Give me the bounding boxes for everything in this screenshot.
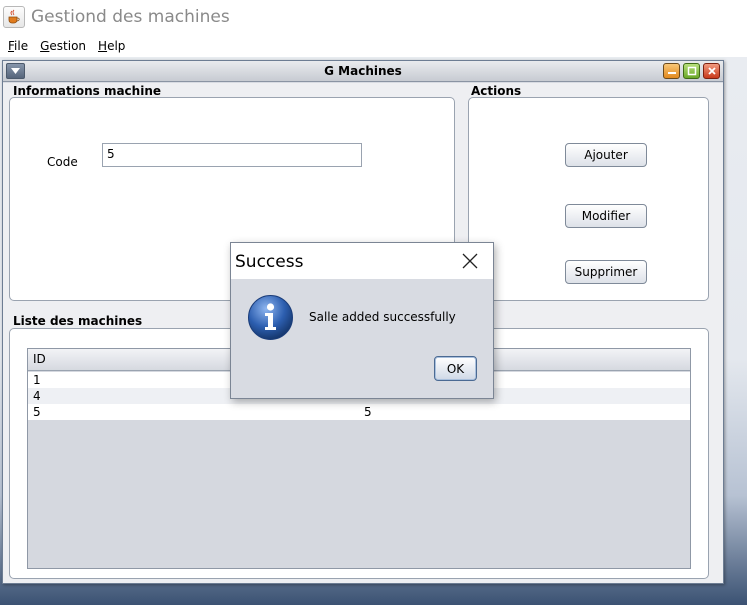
- menu-gestion[interactable]: Gestion: [38, 39, 88, 53]
- menu-help[interactable]: Help: [96, 39, 127, 53]
- dialog-title: Success: [235, 252, 304, 272]
- cell-id: 5: [33, 405, 41, 419]
- minimize-icon[interactable]: [663, 63, 680, 79]
- dialog-message: Salle added successfully: [309, 310, 456, 324]
- list-section-title: Liste des machines: [13, 314, 143, 328]
- info-section-title: Informations machine: [13, 84, 162, 98]
- menu-file[interactable]: File: [6, 39, 30, 53]
- app-title: Gestiond des machines: [31, 7, 230, 27]
- frame-titlebar[interactable]: G Machines: [3, 61, 723, 82]
- info-icon: [247, 294, 294, 344]
- app-titlebar: Gestiond des machines: [0, 0, 747, 35]
- dialog-titlebar[interactable]: Success: [231, 243, 493, 279]
- modifier-button[interactable]: Modifier: [565, 204, 647, 228]
- success-dialog: Success Salle added successfully OK: [230, 242, 494, 399]
- close-icon[interactable]: [703, 63, 720, 79]
- supprimer-button[interactable]: Supprimer: [565, 260, 647, 284]
- menubar: File Gestion Help: [0, 35, 747, 57]
- code-input[interactable]: 5: [102, 143, 362, 167]
- java-cup-icon[interactable]: [3, 6, 25, 28]
- cell-value: 5: [364, 405, 372, 419]
- close-icon[interactable]: [455, 247, 485, 275]
- maximize-icon[interactable]: [683, 63, 700, 79]
- actions-section-title: Actions: [471, 84, 522, 98]
- ajouter-button[interactable]: Ajouter: [565, 143, 647, 167]
- ok-button[interactable]: OK: [434, 356, 477, 381]
- table-row[interactable]: 5 5: [28, 404, 690, 420]
- frame-title: G Machines: [324, 64, 402, 78]
- code-label: Code: [47, 155, 78, 169]
